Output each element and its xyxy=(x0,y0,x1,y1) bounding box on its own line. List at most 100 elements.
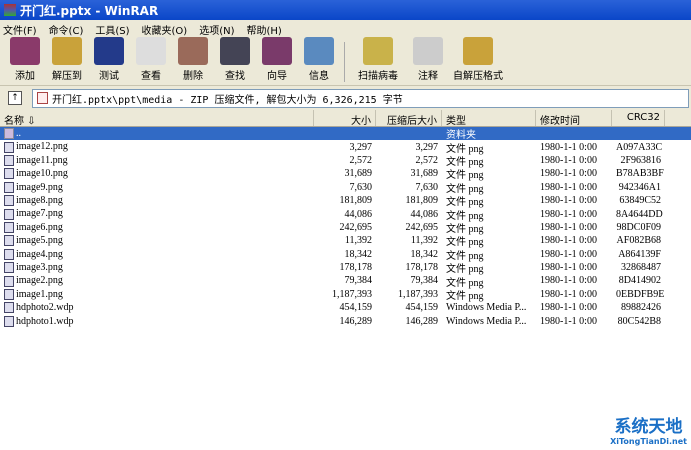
cell-crc: 32868487 xyxy=(621,262,661,274)
cell-modified: 1980-1-1 0:00 xyxy=(540,262,597,274)
cell-size: 2,572 xyxy=(349,154,373,166)
col-crc[interactable]: CRC32 xyxy=(612,110,665,126)
col-modified[interactable]: 修改时间 xyxy=(536,110,612,127)
col-packed[interactable]: 压缩后大小 xyxy=(376,110,442,127)
cell-crc: A864139F xyxy=(618,248,661,260)
toolbar-button[interactable]: 向导 xyxy=(256,37,298,82)
col-size[interactable]: 大小 xyxy=(314,110,376,127)
cell-size: 18,342 xyxy=(344,248,373,260)
toolbar-button[interactable]: 查看 xyxy=(130,37,172,82)
scan-virus-icon xyxy=(363,37,393,65)
menu-item[interactable]: 命令(C) xyxy=(49,22,84,37)
cell-size: 79,384 xyxy=(344,275,373,287)
col-name[interactable]: 名称 ⇩ xyxy=(0,110,314,127)
cell-crc: B78AB3BF xyxy=(616,168,664,180)
file-name: image1.png xyxy=(16,288,63,300)
cell-crc: AF082B68 xyxy=(616,235,661,247)
cell-size: 146,289 xyxy=(339,315,373,327)
cell-modified: 1980-1-1 0:00 xyxy=(540,275,597,287)
file-row[interactable]: image3.png 178,178 178,178 文件 png 1980-1-1 0… xyxy=(0,261,691,275)
file-row[interactable]: image10.png 31,689 31,689 文件 png 1980-1-1 0:… xyxy=(0,167,691,181)
png-file-icon xyxy=(4,195,14,207)
menu-item[interactable]: 工具(S) xyxy=(95,22,129,37)
comment-icon xyxy=(413,37,443,65)
cell-crc: 2F963816 xyxy=(620,154,661,166)
cell-name: image10.png xyxy=(0,168,314,180)
address-bar: ↑ 开门红.pptx\ppt\media - ZIP 压缩文件, 解包大小为 6… xyxy=(0,86,691,110)
cell-name: image1.png xyxy=(0,289,314,300)
cell-name: image3.png xyxy=(0,262,314,274)
cell-crc: A097A33C xyxy=(616,141,663,153)
cell-crc: 8D414902 xyxy=(618,275,661,287)
file-row[interactable]: hdphoto2.wdp 454,159 454,159 Windows Media … xyxy=(0,301,691,314)
cell-name: image4.png xyxy=(0,249,314,260)
toolbar-button[interactable]: 删除 xyxy=(172,37,214,82)
cell-type: Windows Media P... xyxy=(446,315,527,327)
file-row[interactable]: image2.png 79,384 79,384 文件 png 1980-1-1 0:0… xyxy=(0,274,691,289)
view-icon xyxy=(136,37,166,65)
cell-crc: 98DC0F09 xyxy=(616,221,661,233)
file-row[interactable]: image11.png 2,572 2,572 文件 png 1980-1-1 0:00… xyxy=(0,154,691,168)
toolbar-button[interactable]: 信息 xyxy=(298,37,340,82)
menu-item[interactable]: 收藏夹(O) xyxy=(142,22,188,37)
cell-modified: 1980-1-1 0:00 xyxy=(540,154,597,166)
cell-name: image11.png xyxy=(0,155,314,167)
file-row[interactable]: image9.png 7,630 7,630 文件 png 1980-1-1 0:00 9… xyxy=(0,181,691,195)
parent-folder-row[interactable]: .. 资料夹 xyxy=(0,127,691,141)
file-row[interactable]: hdphoto1.wdp 146,289 146,289 Windows Media … xyxy=(0,314,691,327)
path-text: 开门红.pptx\ppt\media - ZIP 压缩文件, 解包大小为 6,3… xyxy=(52,94,403,106)
cell-name: image5.png xyxy=(0,235,314,247)
file-row[interactable]: image1.png 1,187,393 1,187,393 文件 png 1980-1… xyxy=(0,288,691,302)
file-name: hdphoto2.wdp xyxy=(16,302,74,314)
file-row[interactable]: image5.png 11,392 11,392 文件 png 1980-1-1 0:0… xyxy=(0,234,691,248)
up-folder-button[interactable]: ↑ xyxy=(8,91,22,105)
test-icon xyxy=(94,37,124,65)
toolbar-button[interactable]: 扫描病毒 xyxy=(349,37,407,82)
watermark-url: XiTongTianDi.net xyxy=(610,437,687,446)
menu-item[interactable]: 选项(N) xyxy=(199,22,234,37)
cell-crc: 8A4644DD xyxy=(616,208,663,220)
file-name: image4.png xyxy=(16,248,63,260)
toolbar-button[interactable]: 测试 xyxy=(88,37,130,82)
cell-size: 178,178 xyxy=(339,262,373,274)
cell-packed: 2,572 xyxy=(415,154,439,166)
cell-name: image2.png xyxy=(0,275,314,287)
toolbar-button[interactable]: 注释 xyxy=(407,37,449,82)
path-field[interactable]: 开门红.pptx\ppt\media - ZIP 压缩文件, 解包大小为 6,3… xyxy=(32,88,689,108)
menu-item[interactable]: 文件(F) xyxy=(3,22,37,37)
cell-packed: 18,342 xyxy=(410,248,439,260)
cell-modified: 1980-1-1 0:00 xyxy=(540,302,597,314)
png-file-icon xyxy=(4,262,14,274)
add-archive-icon xyxy=(10,37,40,65)
toolbar-button[interactable]: 解压到 xyxy=(46,37,88,82)
wdp-file-icon xyxy=(4,302,14,314)
cell-modified: 1980-1-1 0:00 xyxy=(540,195,597,207)
file-row[interactable]: image6.png 242,695 242,695 文件 png 1980-1-1 0… xyxy=(0,221,691,235)
file-name: image12.png xyxy=(16,141,68,153)
toolbar-label: 删除 xyxy=(183,71,203,82)
cell-crc: 942346A1 xyxy=(618,181,661,193)
cell-modified: 1980-1-1 0:00 xyxy=(540,248,597,260)
pptx-file-icon xyxy=(37,92,48,104)
find-icon xyxy=(220,37,250,65)
file-list: .. 资料夹 image12.png 3,297 3,297 文件 png 1980-1-… xyxy=(0,127,691,328)
watermark-title: 系统天地 xyxy=(614,417,683,437)
col-type[interactable]: 类型 xyxy=(442,110,536,127)
file-row[interactable]: image7.png 44,086 44,086 文件 png 1980-1-1 0:0… xyxy=(0,207,691,222)
file-row[interactable]: image8.png 181,809 181,809 文件 png 1980-1-1 0… xyxy=(0,194,691,208)
cell-name: image12.png xyxy=(0,141,314,153)
file-name: image5.png xyxy=(16,235,63,247)
toolbar-button[interactable]: 添加 xyxy=(4,37,46,82)
cell-size: 44,086 xyxy=(344,208,373,220)
cell-modified: 1980-1-1 0:00 xyxy=(540,141,597,153)
toolbar-button[interactable]: 查找 xyxy=(214,37,256,82)
toolbar-button[interactable]: 自解压格式 xyxy=(449,37,507,82)
cell-packed: 44,086 xyxy=(410,208,439,220)
parent-name: .. xyxy=(16,128,21,140)
file-row[interactable]: image4.png 18,342 18,342 文件 png 1980-1-1 0:0… xyxy=(0,248,691,262)
menu-item[interactable]: 帮助(H) xyxy=(247,22,282,37)
extract-to-icon xyxy=(52,37,82,65)
cell-size: 181,809 xyxy=(339,195,373,207)
toolbar-label: 扫描病毒 xyxy=(358,71,398,82)
file-row[interactable]: image12.png 3,297 3,297 文件 png 1980-1-1 0:00… xyxy=(0,140,691,155)
